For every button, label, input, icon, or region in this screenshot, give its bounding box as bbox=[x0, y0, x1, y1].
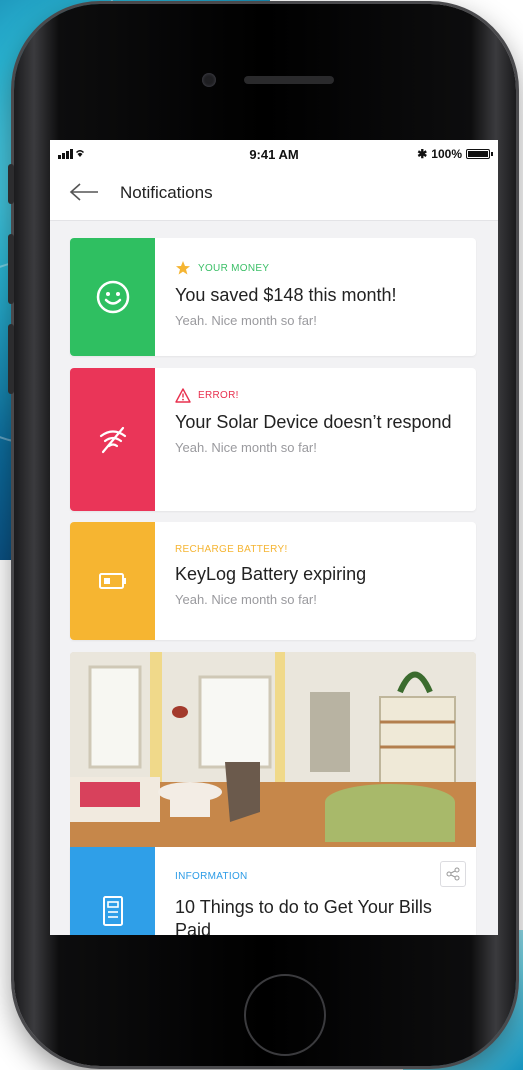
card-title: You saved $148 this month! bbox=[175, 285, 397, 305]
card-title: 10 Things to do to Get Your Bills Paid bbox=[175, 897, 432, 935]
share-button[interactable] bbox=[440, 861, 466, 887]
notification-card-information[interactable]: INFORMATION 10 Things to do to Get Your … bbox=[70, 847, 476, 935]
card-icon-panel bbox=[70, 368, 155, 511]
arrow-left-icon[interactable] bbox=[68, 180, 100, 204]
warning-icon bbox=[175, 388, 191, 403]
card-tag: INFORMATION bbox=[175, 871, 464, 882]
card-icon-panel bbox=[70, 238, 155, 356]
volume-up-button bbox=[8, 234, 14, 304]
notification-card-money[interactable]: YOUR MONEY You saved $148 this month! Ye… bbox=[70, 238, 476, 356]
card-body: RECHARGE BATTERY! KeyLog Battery expirin… bbox=[175, 522, 464, 607]
living-room-photo bbox=[70, 652, 476, 847]
card-tag-label: ERROR! bbox=[198, 390, 239, 401]
earpiece-speaker bbox=[244, 76, 334, 84]
mute-switch bbox=[8, 164, 14, 204]
card-body: ERROR! Your Solar Device doesn’t respond… bbox=[175, 368, 464, 455]
card-title: Your Solar Device doesn’t respond bbox=[175, 412, 452, 432]
card-subtitle: Yeah. Nice month so far! bbox=[175, 440, 317, 455]
app-screen: 9:41 AM ✱ 100% Notifications YOUR MONEY … bbox=[50, 140, 498, 935]
card-tag: RECHARGE BATTERY! bbox=[175, 544, 464, 555]
page-title: Notifications bbox=[120, 183, 213, 202]
notification-card-battery[interactable]: RECHARGE BATTERY! KeyLog Battery expirin… bbox=[70, 522, 476, 640]
notification-card-error[interactable]: ERROR! Your Solar Device doesn’t respond… bbox=[70, 368, 476, 511]
card-tag: ERROR! bbox=[175, 388, 464, 403]
card-icon-panel bbox=[70, 847, 155, 935]
battery-percent: 100% bbox=[431, 147, 462, 161]
status-right: ✱ 100% bbox=[417, 147, 493, 161]
status-bar: 9:41 AM ✱ 100% bbox=[50, 140, 498, 168]
card-tag: YOUR MONEY bbox=[175, 260, 464, 276]
no-connection-icon bbox=[99, 426, 126, 453]
card-tag-label: YOUR MONEY bbox=[198, 262, 270, 274]
volume-down-button bbox=[8, 324, 14, 394]
star-icon bbox=[176, 261, 190, 275]
nav-header: Notifications bbox=[50, 168, 498, 221]
card-tag-label: INFORMATION bbox=[175, 871, 248, 882]
document-icon bbox=[102, 896, 123, 926]
card-subtitle: Yeah. Nice month so far! bbox=[175, 313, 317, 328]
battery-icon bbox=[466, 149, 493, 159]
card-body: INFORMATION 10 Things to do to Get Your … bbox=[175, 847, 464, 935]
card-icon-panel bbox=[70, 522, 155, 640]
card-body: YOUR MONEY You saved $148 this month! Ye… bbox=[175, 238, 464, 328]
bluetooth-icon: ✱ bbox=[417, 147, 428, 161]
card-subtitle: Yeah. Nice month so far! bbox=[175, 592, 317, 607]
front-camera bbox=[202, 73, 216, 87]
card-tag-label: RECHARGE BATTERY! bbox=[175, 544, 288, 555]
smiley-icon bbox=[96, 280, 129, 314]
card-title: KeyLog Battery expiring bbox=[175, 564, 367, 584]
share-icon bbox=[446, 867, 460, 881]
home-button[interactable] bbox=[244, 974, 326, 1056]
battery-low-icon bbox=[98, 573, 126, 589]
